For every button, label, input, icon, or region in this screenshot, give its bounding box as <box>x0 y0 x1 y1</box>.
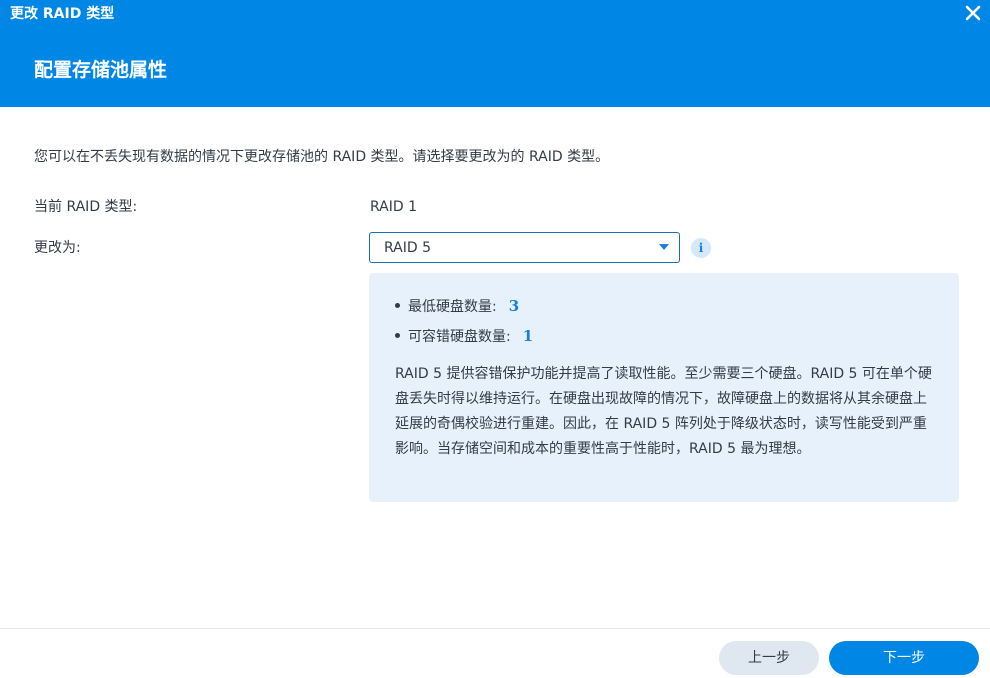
bullet-dot <box>395 303 400 308</box>
min-disks-item: 最低硬盘数量: 3 <box>395 296 519 317</box>
change-raid-dialog: 更改 RAID 类型 配置存储池属性 您可以在不丢失现有数据的情况下更改存储池的… <box>0 0 990 678</box>
close-button[interactable] <box>962 2 984 24</box>
fault-tolerance-value: 1 <box>522 327 534 345</box>
next-button[interactable]: 下一步 <box>829 641 979 675</box>
min-disks-value: 3 <box>508 297 520 315</box>
chevron-down-icon <box>659 244 669 250</box>
fault-tolerance-item: 可容错硬盘数量: 1 <box>395 326 533 347</box>
previous-button[interactable]: 上一步 <box>719 641 819 675</box>
close-icon <box>965 5 981 21</box>
page-title: 配置存储池属性 <box>34 59 168 81</box>
current-raid-label: 当前 RAID 类型: <box>34 199 138 215</box>
raid-type-select[interactable]: RAID 5 <box>369 232 680 263</box>
dialog-header: 更改 RAID 类型 配置存储池属性 <box>0 0 990 107</box>
current-raid-value: RAID 1 <box>370 199 418 215</box>
intro-text: 您可以在不丢失现有数据的情况下更改存储池的 RAID 类型。请选择要更改为的 R… <box>34 149 610 165</box>
raid-info-panel: 最低硬盘数量: 3 可容错硬盘数量: 1 RAID 5 提供容错保护功能并提高了读取… <box>369 273 959 502</box>
change-to-label: 更改为: <box>34 240 81 256</box>
fault-tolerance-label: 可容错硬盘数量: <box>408 329 511 345</box>
bullet-dot <box>395 333 400 338</box>
info-icon[interactable]: i <box>691 238 711 258</box>
raid-description: RAID 5 提供容错保护功能并提高了读取性能。至少需要三个硬盘。RAID 5 … <box>395 366 932 457</box>
raid-type-selected-value: RAID 5 <box>384 240 432 256</box>
min-disks-label: 最低硬盘数量: <box>408 299 497 315</box>
footer-divider <box>0 628 990 629</box>
window-title: 更改 RAID 类型 <box>10 6 115 22</box>
